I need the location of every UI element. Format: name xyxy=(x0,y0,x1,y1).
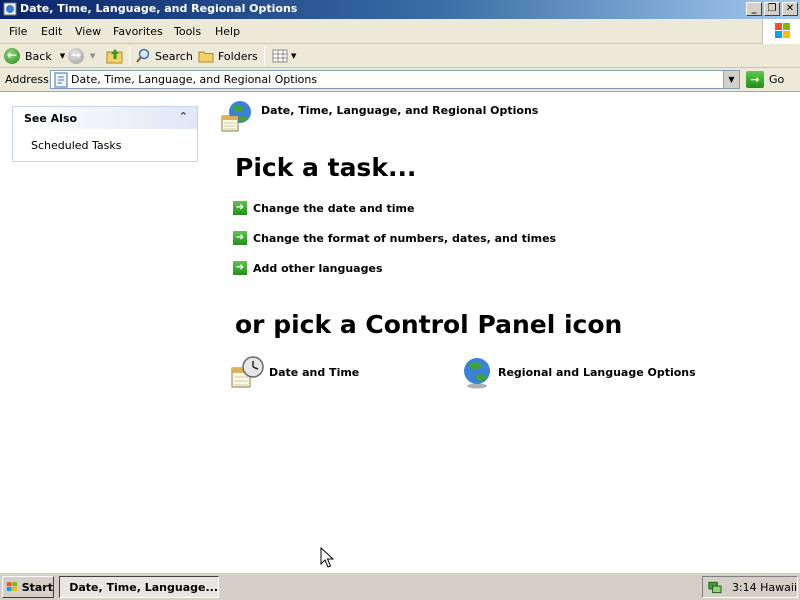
search-icon xyxy=(136,48,150,63)
folders-label: Folders xyxy=(218,49,258,63)
regional-language-applet[interactable]: Regional and Language Options xyxy=(463,356,696,389)
views-grid-icon xyxy=(272,49,288,63)
collapse-chevron-icon[interactable]: ⌃ xyxy=(179,110,188,123)
pick-task-heading: Pick a task... xyxy=(235,153,417,182)
up-folder-button[interactable] xyxy=(106,47,124,65)
restore-button[interactable]: ❐ xyxy=(764,2,780,16)
toolbar: ← Back ▼ → ▼ Search Folders ▼ xyxy=(0,44,800,68)
see-also-panel: See Also ⌃ Scheduled Tasks xyxy=(12,106,198,162)
forward-button[interactable]: → ▼ xyxy=(68,47,95,65)
title-bar[interactable]: Date, Time, Language, and Regional Optio… xyxy=(0,0,800,19)
date-time-icon xyxy=(231,356,264,388)
menu-file[interactable]: File xyxy=(9,25,27,38)
search-label: Search xyxy=(155,49,193,63)
folder-icon xyxy=(198,51,214,63)
task-change-date-time[interactable]: ➜ Change the date and time xyxy=(233,201,414,215)
task-change-format[interactable]: ➜ Change the format of numbers, dates, a… xyxy=(233,231,556,245)
menu-view[interactable]: View xyxy=(75,25,101,38)
address-label: Address xyxy=(5,73,49,86)
date-and-time-label: Date and Time xyxy=(269,366,360,379)
clock[interactable]: 3:14 Hawaii xyxy=(732,581,797,594)
globe-icon xyxy=(464,358,490,389)
task-label: Change the format of numbers, dates, and… xyxy=(253,231,557,245)
task-arrow-icon: ➜ xyxy=(233,231,247,245)
mouse-cursor-icon xyxy=(320,547,334,568)
task-label: Change the date and time xyxy=(253,201,415,215)
views-button[interactable]: ▼ xyxy=(272,47,296,65)
task-arrow-icon: ➜ xyxy=(233,261,247,275)
back-button[interactable]: ← Back ▼ xyxy=(4,47,65,65)
date-and-time-applet[interactable]: Date and Time xyxy=(231,356,359,389)
windows-logo-icon xyxy=(762,19,800,44)
taskbar-window-button[interactable]: Date, Time, Language... xyxy=(59,576,219,598)
go-label: Go xyxy=(769,73,785,86)
taskbar: Start Date, Time, Language... 3:14 Hawai… xyxy=(0,572,800,600)
back-label: Back xyxy=(25,49,52,63)
regional-language-label: Regional and Language Options xyxy=(498,366,696,379)
scheduled-tasks-link[interactable]: Scheduled Tasks xyxy=(31,139,122,152)
address-value: Date, Time, Language, and Regional Optio… xyxy=(71,73,318,86)
control-panel-page-icon xyxy=(54,72,68,88)
windows-flag-icon xyxy=(6,582,18,591)
category-title: Date, Time, Language, and Regional Optio… xyxy=(261,104,539,117)
menu-bar: File Edit View Favorites Tools Help xyxy=(0,19,800,44)
see-also-header[interactable]: See Also ⌃ xyxy=(13,107,197,129)
control-panel-icon xyxy=(3,2,17,16)
back-arrow-icon: ← xyxy=(4,48,20,64)
start-button[interactable]: Start xyxy=(2,576,54,598)
go-arrow-icon: → xyxy=(746,71,764,88)
forward-arrow-icon: → xyxy=(68,48,84,64)
network-tray-icon[interactable] xyxy=(707,579,722,595)
back-dropdown-icon[interactable]: ▼ xyxy=(60,52,65,60)
go-button[interactable]: → Go xyxy=(746,71,784,88)
menu-favorites[interactable]: Favorites xyxy=(113,25,163,38)
date-time-globe-icon xyxy=(221,101,251,132)
task-add-languages[interactable]: ➜ Add other languages xyxy=(233,261,383,275)
window-title: Date, Time, Language, and Regional Optio… xyxy=(20,2,298,15)
start-label: Start xyxy=(21,580,53,594)
search-button[interactable]: Search xyxy=(135,47,193,65)
folders-button[interactable]: Folders xyxy=(198,47,258,65)
menu-tools[interactable]: Tools xyxy=(174,25,201,38)
address-input[interactable]: Date, Time, Language, and Regional Optio… xyxy=(50,70,740,89)
see-also-title: See Also xyxy=(24,112,78,125)
task-label: Add other languages xyxy=(253,261,383,275)
task-arrow-icon: ➜ xyxy=(233,201,247,215)
address-bar: Address Date, Time, Language, and Region… xyxy=(0,68,800,92)
up-folder-icon xyxy=(106,49,123,64)
minimize-button[interactable]: _ xyxy=(746,2,762,16)
close-button[interactable]: ✕ xyxy=(782,2,798,16)
menu-edit[interactable]: Edit xyxy=(41,25,62,38)
taskbar-window-label: Date, Time, Language... xyxy=(69,580,218,594)
forward-dropdown-icon[interactable]: ▼ xyxy=(90,52,95,60)
system-tray: 3:14 Hawaii xyxy=(702,576,798,598)
menu-help[interactable]: Help xyxy=(215,25,240,38)
views-dropdown-icon: ▼ xyxy=(291,52,297,60)
control-panel-icon-heading: or pick a Control Panel icon xyxy=(235,310,623,339)
address-dropdown-icon[interactable]: ▼ xyxy=(723,71,739,88)
